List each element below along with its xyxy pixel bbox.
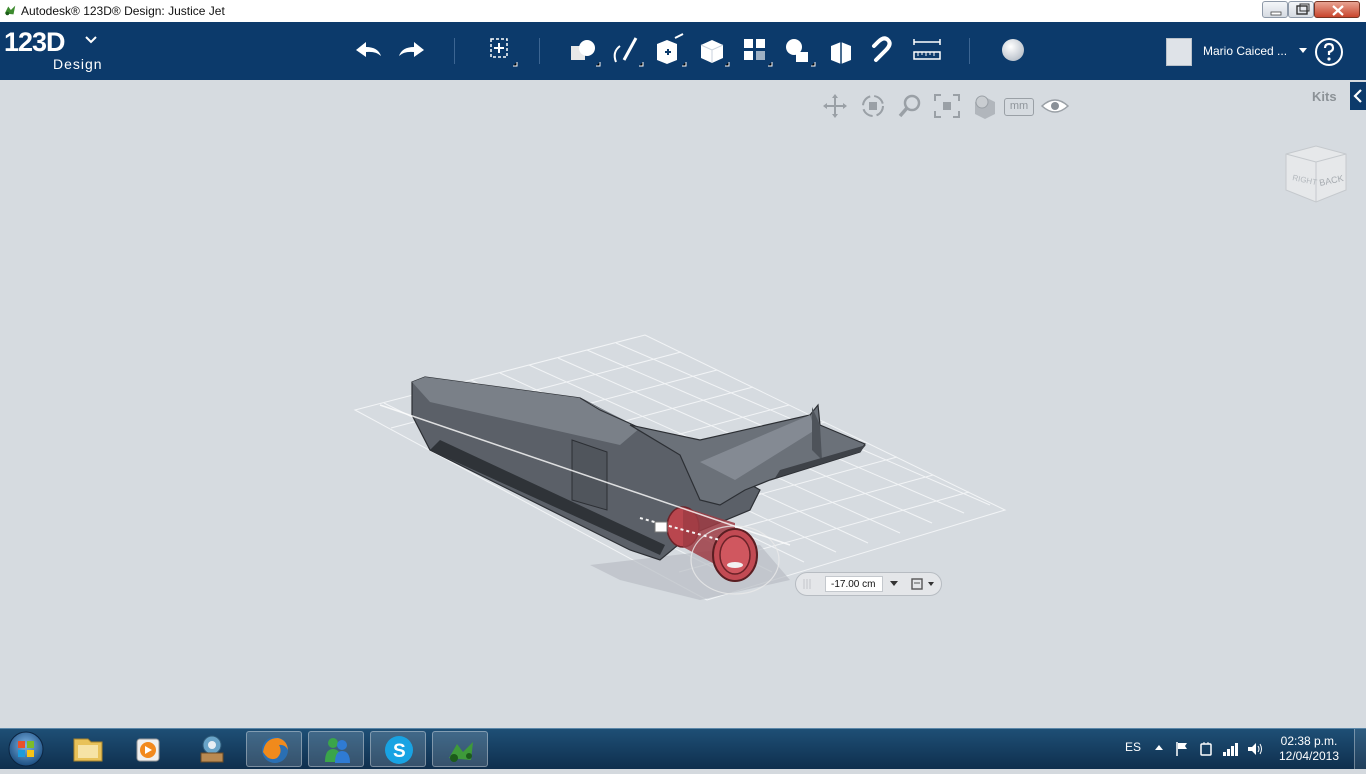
windows-explorer-icon	[73, 738, 103, 762]
snap-icon	[872, 36, 892, 62]
main-toolbar: 123D Design Mario Caiced ...	[0, 22, 1366, 80]
redo-icon	[399, 42, 424, 57]
network-icon[interactable]	[1222, 741, 1240, 757]
view-cube[interactable]: RIGHT BACK	[1280, 140, 1352, 212]
app-logo-menu[interactable]: 123D Design	[4, 27, 102, 72]
dropdown-arrow-icon[interactable]	[890, 581, 898, 587]
taskbar-123d-design[interactable]	[432, 731, 488, 767]
svg-text:S: S	[393, 741, 406, 762]
minimize-button[interactable]	[1262, 1, 1288, 18]
toolbar-separator	[539, 38, 540, 64]
system-clock[interactable]: 02:38 p.m. 12/04/2013	[1274, 734, 1344, 764]
firefox-icon	[262, 737, 288, 763]
logo-sub: Design	[53, 56, 103, 72]
modify-icon	[700, 40, 730, 67]
taskbar-media-player[interactable]	[120, 731, 176, 767]
chevron-left-icon	[1353, 89, 1362, 103]
avatar	[1166, 38, 1192, 66]
volume-icon[interactable]	[1246, 741, 1264, 757]
primitives-icon	[571, 40, 601, 67]
window-title-bar: Autodesk® 123D® Design: Justice Jet	[0, 0, 1366, 23]
windows-start-icon	[8, 731, 44, 767]
zoom-icon[interactable]	[896, 92, 926, 120]
messenger-icon	[325, 738, 350, 763]
dartboard-app-icon	[200, 735, 224, 763]
close-button[interactable]	[1314, 1, 1360, 18]
3d-viewport[interactable]	[0, 80, 1366, 728]
pattern-button[interactable]	[735, 30, 775, 72]
grouping-button[interactable]	[778, 30, 818, 72]
material-button[interactable]	[993, 30, 1033, 72]
show-desktop-button[interactable]	[1354, 729, 1366, 769]
construct-button[interactable]	[649, 30, 689, 72]
orbit-icon[interactable]	[858, 92, 888, 120]
dimension-value-input[interactable]: -17.00 cm	[825, 576, 883, 592]
window-title: Autodesk® 123D® Design: Justice Jet	[21, 4, 225, 18]
navigation-bar: mm	[820, 92, 1072, 120]
transform-button[interactable]	[480, 30, 520, 72]
show-hidden-icons[interactable]	[1154, 743, 1164, 751]
material-icon	[1002, 39, 1024, 61]
device-icon[interactable]	[1198, 741, 1214, 757]
chevron-down-icon	[85, 36, 97, 44]
pattern-icon	[744, 39, 773, 67]
taskbar-firefox[interactable]	[246, 731, 302, 767]
fit-icon[interactable]	[932, 92, 962, 120]
kits-label[interactable]: Kits	[1312, 89, 1337, 104]
kits-panel-toggle[interactable]	[1350, 82, 1366, 110]
start-button[interactable]	[4, 729, 48, 769]
media-player-icon	[136, 738, 160, 762]
construct-icon	[657, 33, 687, 67]
measure-icon	[913, 39, 941, 60]
grouping-icon	[786, 39, 816, 67]
undo-button[interactable]	[348, 30, 388, 72]
pan-icon[interactable]	[820, 92, 850, 120]
maximize-button[interactable]	[1288, 1, 1314, 18]
taskbar-app-3[interactable]	[184, 731, 240, 767]
clock-time: 02:38 p.m.	[1280, 734, 1338, 748]
language-indicator[interactable]: ES	[1125, 740, 1141, 754]
primitives-button[interactable]	[563, 30, 603, 72]
logo-main: 123D	[4, 27, 66, 57]
snap-options-icon[interactable]	[910, 577, 936, 591]
sketch-button[interactable]	[606, 30, 646, 72]
app-icon	[4, 5, 16, 16]
visibility-icon[interactable]	[1040, 92, 1070, 120]
clock-date: 12/04/2013	[1278, 749, 1340, 763]
modify-button[interactable]	[692, 30, 732, 72]
user-name: Mario Caiced ...	[1203, 44, 1288, 58]
taskbar-skype[interactable]: S	[370, 731, 426, 767]
windows-taskbar: S ES 02:38 p.m. 12/04/2013	[0, 728, 1366, 769]
toolbar-separator	[969, 38, 970, 64]
measure-button[interactable]	[907, 30, 947, 72]
action-center-flag-icon[interactable]	[1174, 741, 1190, 757]
combine-icon	[831, 42, 851, 64]
scene-canvas[interactable]	[0, 80, 1366, 728]
drag-handle-icon[interactable]	[801, 577, 813, 591]
toolbar-separator	[454, 38, 455, 64]
help-icon	[1315, 38, 1343, 66]
redo-button[interactable]	[390, 30, 430, 72]
snap-button[interactable]	[864, 30, 904, 72]
units-toggle[interactable]: mm	[1004, 98, 1034, 116]
sketch-icon	[613, 37, 644, 67]
taskbar-explorer[interactable]	[60, 731, 116, 767]
help-button[interactable]	[1312, 35, 1346, 69]
caret-down-icon	[1299, 48, 1307, 53]
transform-icon	[490, 38, 518, 67]
undo-icon	[356, 42, 381, 57]
123d-design-icon	[449, 742, 473, 762]
combine-button[interactable]	[821, 30, 861, 72]
skype-icon: S	[385, 736, 413, 764]
view-style-icon[interactable]	[970, 92, 1000, 120]
taskbar-messenger[interactable]	[308, 731, 364, 767]
